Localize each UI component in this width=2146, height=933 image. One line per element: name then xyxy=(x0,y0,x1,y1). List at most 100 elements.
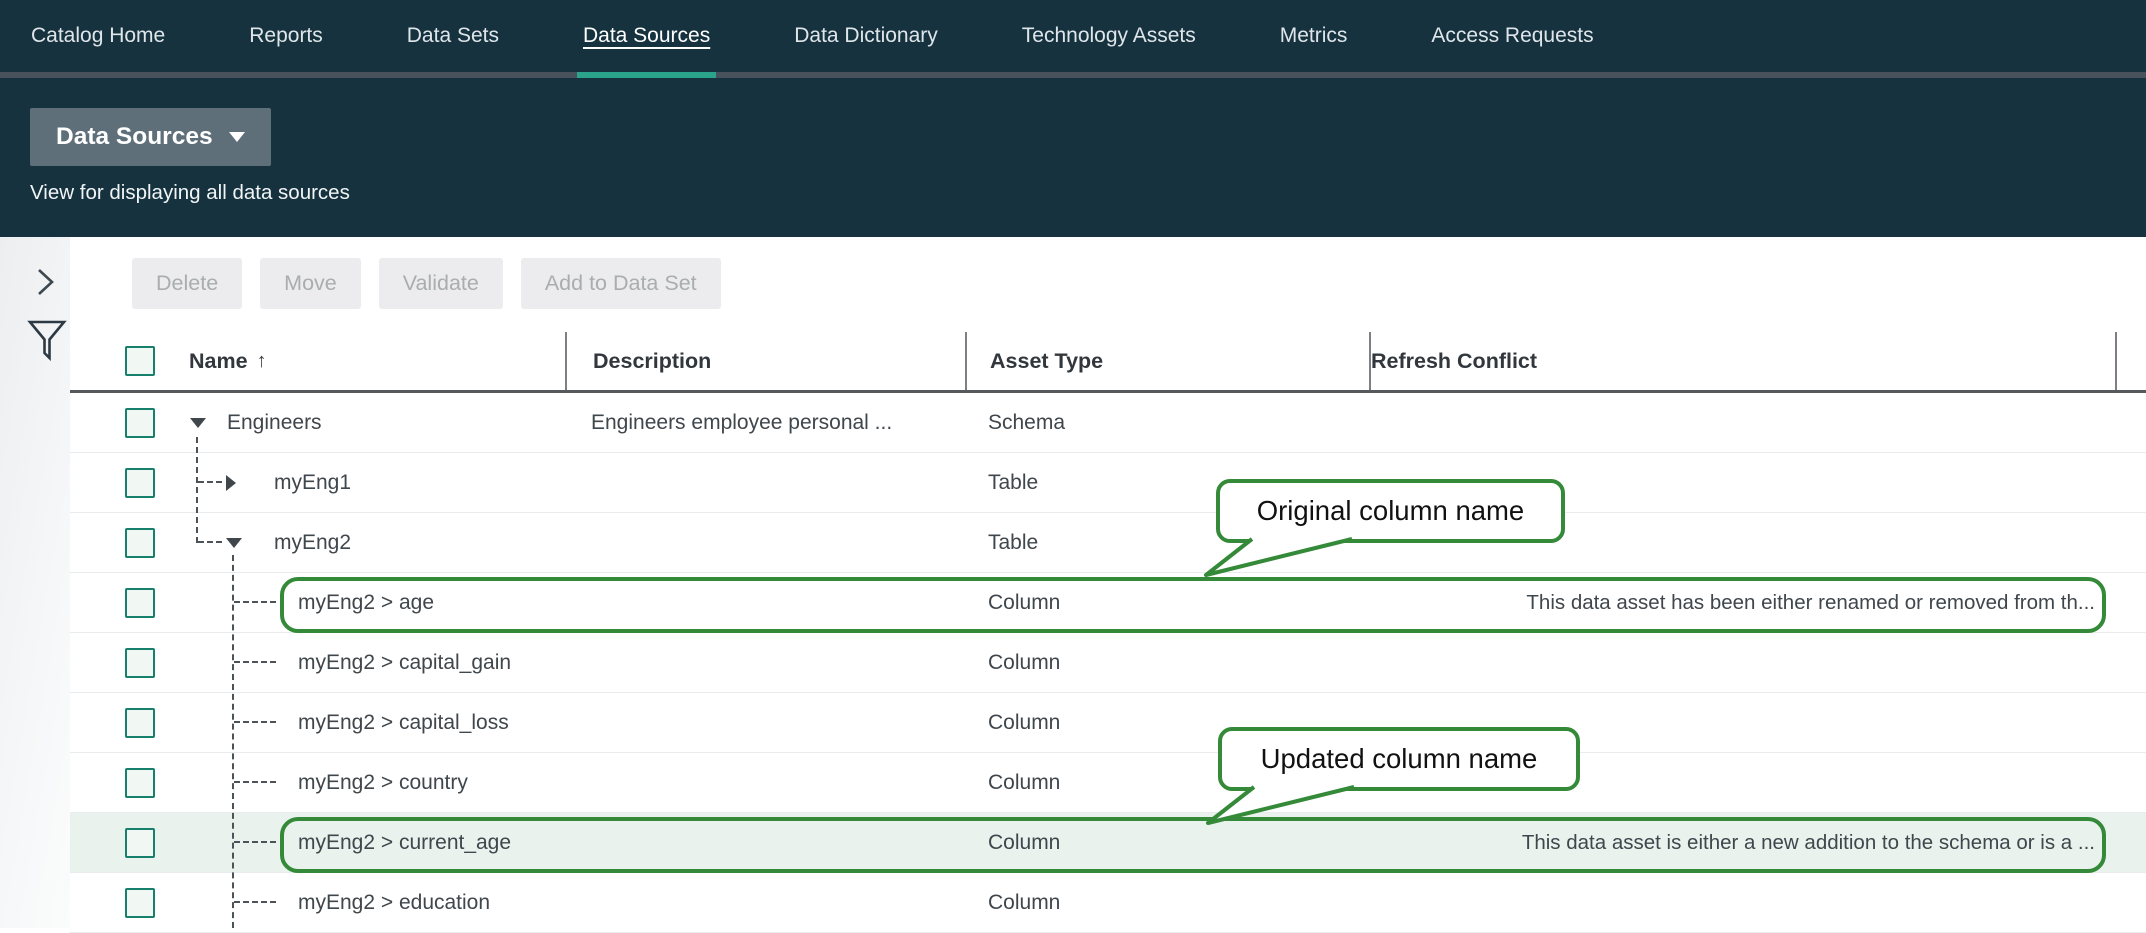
nav-item-data-dictionary[interactable]: Data Dictionary xyxy=(794,0,938,72)
delete-button[interactable]: Delete xyxy=(132,258,242,309)
name-cell: myEng2 > current_age xyxy=(155,813,565,872)
name-cell: myEng2 > capital_gain xyxy=(155,633,565,692)
row-end-cell xyxy=(2115,573,2146,632)
collapse-triangle-icon[interactable] xyxy=(190,418,206,428)
nav-item-label: Data Sources xyxy=(583,24,710,48)
row-checkbox[interactable] xyxy=(125,828,155,858)
nav-item-reports[interactable]: Reports xyxy=(249,0,323,72)
nav-item-label: Metrics xyxy=(1280,24,1348,48)
table-row-myeng2-capital-gain[interactable]: myEng2 > capital_gain Column xyxy=(70,633,2146,693)
table-row-myeng2[interactable]: myEng2Table xyxy=(70,513,2146,573)
side-rail xyxy=(0,237,70,928)
validate-button[interactable]: Validate xyxy=(379,258,503,309)
row-end-cell xyxy=(2115,813,2146,872)
table-row-myeng2-capital-loss[interactable]: myEng2 > capital_lossColumn xyxy=(70,693,2146,753)
column-header-description[interactable]: Description xyxy=(565,332,965,390)
refresh-conflict-cell xyxy=(1369,633,2115,692)
nav-item-data-sources[interactable]: Data Sources xyxy=(583,0,710,72)
nav-item-access-requests[interactable]: Access Requests xyxy=(1431,0,1593,72)
page-header: Data Sources View for displaying all dat… xyxy=(0,78,2146,237)
tree-connector-line xyxy=(234,901,276,903)
nav-item-metrics[interactable]: Metrics xyxy=(1280,0,1348,72)
main-content: Delete Move Validate Add to Data Set Name↑ D… xyxy=(70,237,2146,928)
table-row-engineers[interactable]: Engineers Engineers employee personal ...… xyxy=(70,393,2146,453)
description-cell xyxy=(565,753,965,812)
row-end-cell xyxy=(2115,873,2146,932)
row-checkbox-cell xyxy=(70,753,155,812)
row-checkbox-cell xyxy=(70,633,155,692)
description-cell xyxy=(565,573,965,632)
asset-type: Column xyxy=(988,651,1060,675)
row-checkbox-cell xyxy=(70,513,155,572)
row-checkbox[interactable] xyxy=(125,768,155,798)
tree-connector-line xyxy=(234,661,276,663)
description-cell xyxy=(565,813,965,872)
tree-connector-line xyxy=(232,555,234,928)
view-subtitle: View for displaying all data sources xyxy=(30,181,350,205)
filter-funnel-icon[interactable] xyxy=(27,319,67,363)
tree-connector-line xyxy=(198,481,222,483)
name-cell: myEng2 > education xyxy=(155,873,565,932)
table-row-myeng2-education[interactable]: myEng2 > education Column xyxy=(70,873,2146,933)
tree-connector-line xyxy=(234,721,276,723)
table-row-myeng2-age[interactable]: myEng2 > ageColumnThis data asset has be… xyxy=(70,573,2146,633)
collapse-triangle-icon[interactable] xyxy=(226,538,242,548)
tree-connector-line xyxy=(234,841,276,843)
description-cell xyxy=(565,693,965,752)
nav-item-technology-assets[interactable]: Technology Assets xyxy=(1022,0,1196,72)
row-checkbox[interactable] xyxy=(125,408,155,438)
asset-type: Column xyxy=(988,891,1060,915)
nav-item-label: Data Sets xyxy=(407,24,499,48)
expand-panel-chevron-icon[interactable] xyxy=(33,265,59,299)
asset-name: myEng2 > capital_loss xyxy=(298,711,509,735)
table-row-myeng1[interactable]: myEng1Table xyxy=(70,453,2146,513)
column-header-name[interactable]: Name↑ xyxy=(155,332,565,390)
row-checkbox-cell xyxy=(70,873,155,932)
asset-name: myEng2 > education xyxy=(298,891,490,915)
asset-description: Engineers employee personal ... xyxy=(591,411,892,435)
row-checkbox[interactable] xyxy=(125,708,155,738)
select-all-cell xyxy=(70,332,155,390)
asset-type-cell: Column xyxy=(965,573,1369,632)
name-cell: myEng2 > capital_loss xyxy=(155,693,565,752)
refresh-conflict-text: This data asset is either a new addition… xyxy=(1522,831,2095,855)
row-end-cell xyxy=(2115,393,2146,452)
name-cell: myEng2 > country xyxy=(155,753,565,812)
name-cell: Engineers xyxy=(155,393,565,452)
header-end-cell xyxy=(2115,332,2146,390)
tree-connector-line xyxy=(198,541,222,543)
row-checkbox-cell xyxy=(70,453,155,512)
row-checkbox[interactable] xyxy=(125,468,155,498)
callout-original-column-name: Original column name xyxy=(1202,479,1582,581)
row-checkbox[interactable] xyxy=(125,888,155,918)
view-selector-label: Data Sources xyxy=(56,123,213,151)
row-checkbox-cell xyxy=(70,693,155,752)
asset-type-cell: Column xyxy=(965,873,1369,932)
column-header-asset-type[interactable]: Asset Type xyxy=(965,332,1369,390)
nav-item-data-sets[interactable]: Data Sets xyxy=(407,0,499,72)
description-cell xyxy=(565,513,965,572)
row-checkbox-cell xyxy=(70,393,155,452)
select-all-checkbox[interactable] xyxy=(125,346,155,376)
add-to-data-set-button[interactable]: Add to Data Set xyxy=(521,258,721,309)
asset-type: Table xyxy=(988,531,1038,555)
move-button[interactable]: Move xyxy=(260,258,361,309)
view-selector-button[interactable]: Data Sources xyxy=(30,108,271,166)
nav-item-catalog-home[interactable]: Catalog Home xyxy=(31,0,165,72)
asset-name: myEng2 > country xyxy=(298,771,468,795)
nav-item-label: Data Dictionary xyxy=(794,24,938,48)
asset-type: Table xyxy=(988,471,1038,495)
row-checkbox[interactable] xyxy=(125,648,155,678)
description-cell xyxy=(565,453,965,512)
row-end-cell xyxy=(2115,453,2146,512)
asset-type: Column xyxy=(988,771,1060,795)
table-row-myeng2-country[interactable]: myEng2 > country Column xyxy=(70,753,2146,813)
row-checkbox[interactable] xyxy=(125,528,155,558)
asset-name: myEng2 > age xyxy=(298,591,434,615)
column-header-refresh-conflict[interactable]: Refresh Conflict xyxy=(1369,332,2115,390)
expand-triangle-icon[interactable] xyxy=(226,475,236,491)
row-checkbox[interactable] xyxy=(125,588,155,618)
table-row-myeng2-current-age[interactable]: myEng2 > current_ageColumnThis data asse… xyxy=(70,813,2146,873)
nav-items: Catalog Home Reports Data Sets Data Sources… xyxy=(31,0,1678,78)
column-header-label: Description xyxy=(593,349,711,374)
